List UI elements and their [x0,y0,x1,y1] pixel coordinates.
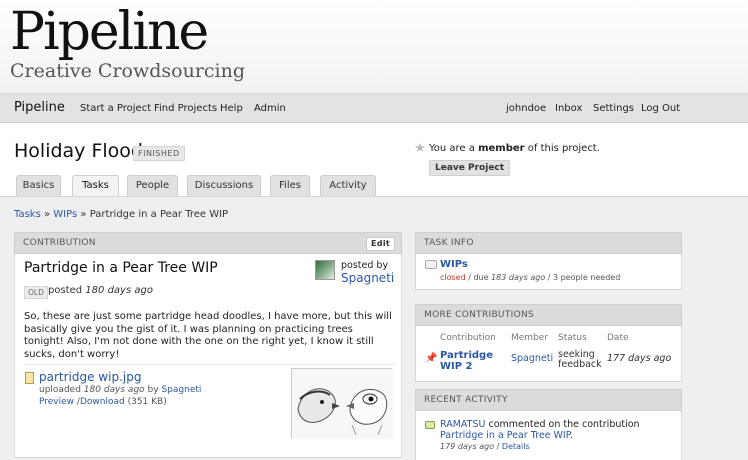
breadcrumb-separator: » [43,209,51,220]
contribution-panel-header: CONTRIBUTION Edit [14,232,402,254]
leave-project-button[interactable]: Leave Project [429,160,511,176]
file-size: (351 KB) [127,397,167,407]
column-header-status: Status [558,333,587,343]
download-link[interactable]: Download [80,397,125,407]
task-icon [425,260,437,269]
more-contributions-panel: Contribution Member Status Date 📌 Partri… [415,326,682,382]
tab-basics[interactable]: Basics [16,175,61,197]
breadcrumb-tasks[interactable]: Tasks [14,209,41,220]
more-contributions-title: MORE CONTRIBUTIONS [424,310,534,320]
activity-target-link[interactable]: Partridge in a Pear Tree WIP. [440,430,573,441]
recent-activity-title: RECENT ACTIVITY [424,395,508,405]
contribution-row-date: 177 days ago [607,353,672,364]
recent-activity-panel: RAMATSU commented on the contribution Pa… [415,411,682,460]
activity-meta: 179 days ago / Details [440,442,530,451]
masthead: Pipeline Creative Crowdsourcing [0,0,748,93]
column-header-contribution: Contribution [440,333,496,343]
nav-logout[interactable]: Log Out [641,103,680,114]
activity-item: RAMATSU commented on the contribution Pa… [440,419,640,441]
task-info-title: TASK INFO [424,238,474,248]
task-link[interactable]: WIPs [440,259,468,270]
breadcrumb-separator: » [80,209,87,220]
activity-details-link[interactable]: Details [502,442,530,451]
contribution-row-status: seeking feedback [558,349,602,370]
image-file-icon [25,372,34,384]
nav-settings[interactable]: Settings [593,103,634,114]
project-title: Holiday Flood [14,140,143,162]
breadcrumb-current: Partridge in a Pear Tree WIP [89,209,229,220]
partridge-sketch-image [292,369,393,439]
task-state: closed [440,273,466,282]
nav-brand[interactable]: Pipeline [14,100,65,115]
breadcrumb: Tasks » WIPs » Partridge in a Pear Tree … [14,209,228,220]
pin-icon: 📌 [425,353,438,364]
activity-actor-link[interactable]: RAMATSU [440,419,485,430]
content-area: Tasks » WIPs » Partridge in a Pear Tree … [0,196,748,460]
star-icon[interactable]: ★ [414,141,426,156]
nav-username[interactable]: johndoe [506,103,546,114]
file-thumbnail[interactable] [291,368,393,439]
tab-activity[interactable]: Activity [320,175,376,197]
contribution-panel-title: CONTRIBUTION [23,238,96,248]
uploader-link[interactable]: Spagneti [161,385,201,395]
nav-start-project[interactable]: Start a Project [80,103,151,114]
column-header-member: Member [511,333,549,343]
old-badge: OLD [24,286,48,299]
tab-people[interactable]: People [127,175,178,197]
more-contributions-panel-header: MORE CONTRIBUTIONS [415,304,682,326]
top-navbar: Pipeline Start a Project Find Projects H… [0,93,748,123]
edit-button[interactable]: Edit [366,237,395,251]
column-header-date: Date [607,333,629,343]
project-header: Holiday Flood FINISHED ★ You are a membe… [0,123,748,197]
contribution-row-title[interactable]: Partridge WIP 2 [440,350,500,372]
task-info-panel: WIPs closed / due 183 days ago / 3 peopl… [415,254,682,290]
contribution-description: So, these are just some partridge head d… [24,311,392,360]
site-tagline: Creative Crowdsourcing [10,60,246,82]
divider [24,364,394,365]
posted-by-label: posted by [341,260,389,271]
task-info-panel-header: TASK INFO [415,232,682,254]
contribution-panel: Partridge in a Pear Tree WIP OLD posted … [14,254,402,458]
membership-text: You are a member of this project. [429,143,600,154]
preview-link[interactable]: Preview [39,397,74,407]
contribution-row-member[interactable]: Spagneti [511,353,553,364]
contribution-title: Partridge in a Pear Tree WIP [24,260,218,276]
author-link[interactable]: Spagneti [341,271,394,285]
nav-find-projects[interactable]: Find Projects [154,103,217,114]
posted-time: posted 180 days ago [48,285,153,296]
tab-tasks[interactable]: Tasks [72,175,119,197]
file-upload-meta: uploaded 180 days ago by Spagneti [39,385,202,395]
nav-inbox[interactable]: Inbox [555,103,582,114]
site-logo[interactable]: Pipeline [10,2,209,62]
nav-help[interactable]: Help [220,103,243,114]
tab-discussions[interactable]: Discussions [187,175,261,197]
file-name-link[interactable]: partridge wip.jpg [39,370,141,384]
project-status-badge: FINISHED [133,146,185,161]
file-actions: Preview /Download (351 KB) [39,397,167,407]
nav-admin[interactable]: Admin [254,103,286,114]
author-avatar[interactable] [315,260,335,280]
comment-icon [425,421,435,429]
breadcrumb-wips[interactable]: WIPs [53,209,77,220]
task-meta: closed / due 183 days ago / 3 people nee… [440,273,621,282]
recent-activity-panel-header: RECENT ACTIVITY [415,389,682,411]
tab-files[interactable]: Files [270,175,310,197]
